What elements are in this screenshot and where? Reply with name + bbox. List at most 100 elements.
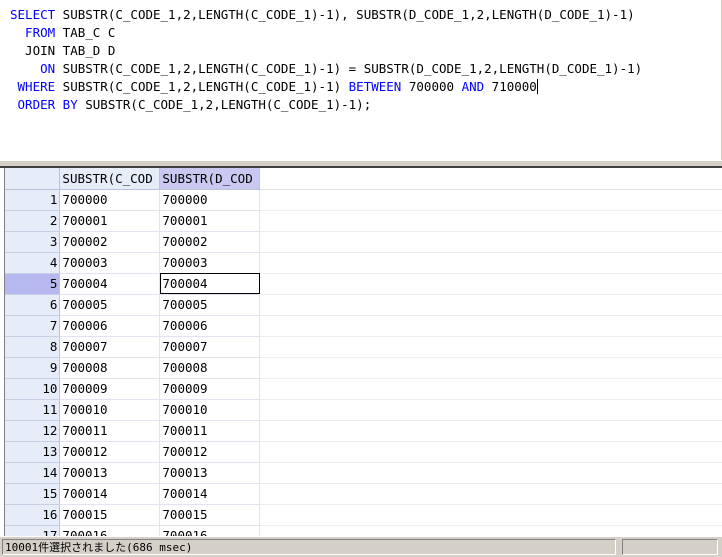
sql-text: SUBSTR(C_CODE_1,2,LENGTH(C_CODE_1)-1);: [77, 97, 372, 112]
grid-body: 1 700000 700000 2 700001 700001 3 700002 700002 4…: [5, 189, 722, 536]
status-message: 10001件選択されました(686 msec): [2, 539, 616, 555]
cell-d-code[interactable]: 700009: [159, 378, 261, 400]
cell-c-code[interactable]: 700003: [59, 252, 161, 274]
grid-header-row: SUBSTR(C_COD SUBSTR(D_COD: [5, 168, 722, 190]
row-number[interactable]: 1: [5, 189, 61, 211]
row-filler: [259, 462, 722, 484]
table-row[interactable]: 15 700014 700014: [5, 483, 722, 505]
sql-editor[interactable]: SELECT SUBSTR(C_CODE_1,2,LENGTH(C_CODE_1…: [0, 0, 722, 160]
cell-d-code[interactable]: 700008: [159, 357, 261, 379]
row-number[interactable]: 13: [5, 441, 61, 463]
cell-d-code[interactable]: 700006: [159, 315, 261, 337]
row-number[interactable]: 8: [5, 336, 61, 358]
row-number[interactable]: 2: [5, 210, 61, 232]
row-number[interactable]: 10: [5, 378, 61, 400]
sql-line: ORDER BY SUBSTR(C_CODE_1,2,LENGTH(C_CODE…: [10, 96, 721, 114]
sql-text: JOIN: [10, 43, 56, 58]
cell-c-code[interactable]: 700000: [59, 189, 161, 211]
cell-d-code[interactable]: 700007: [159, 336, 261, 358]
sql-line: SELECT SUBSTR(C_CODE_1,2,LENGTH(C_CODE_1…: [10, 6, 721, 24]
table-row[interactable]: 6 700005 700005: [5, 294, 722, 316]
cell-d-code[interactable]: 700014: [159, 483, 261, 505]
row-number[interactable]: 15: [5, 483, 61, 505]
cell-c-code[interactable]: 700002: [59, 231, 161, 253]
cell-c-code[interactable]: 700011: [59, 420, 161, 442]
column-header-d-code[interactable]: SUBSTR(D_COD: [159, 168, 261, 190]
cell-c-code[interactable]: 700001: [59, 210, 161, 232]
cell-c-code[interactable]: 700015: [59, 504, 161, 526]
cell-c-code[interactable]: 700007: [59, 336, 161, 358]
sql-keyword: FROM: [10, 25, 56, 40]
cell-d-code[interactable]: 700010: [159, 399, 261, 421]
cell-c-code[interactable]: 700008: [59, 357, 161, 379]
cell-d-code[interactable]: 700016: [159, 525, 261, 536]
row-number[interactable]: 4: [5, 252, 61, 274]
row-number[interactable]: 14: [5, 462, 61, 484]
row-number[interactable]: 16: [5, 504, 61, 526]
table-row[interactable]: 8 700007 700007: [5, 336, 722, 358]
grid-corner-cell[interactable]: [5, 168, 61, 190]
cell-d-code[interactable]: 700015: [159, 504, 261, 526]
table-row[interactable]: 9 700008 700008: [5, 357, 722, 379]
sql-text: SUBSTR(C_CODE_1,2,LENGTH(C_CODE_1)-1) = …: [55, 61, 643, 76]
table-row[interactable]: 17 700016 700016: [5, 525, 722, 536]
row-filler: [259, 441, 722, 463]
table-row[interactable]: 10 700009 700009: [5, 378, 722, 400]
row-number[interactable]: 9: [5, 357, 61, 379]
column-header-c-code[interactable]: SUBSTR(C_COD: [59, 168, 161, 190]
table-row[interactable]: 12 700011 700011: [5, 420, 722, 442]
table-row[interactable]: 13 700012 700012: [5, 441, 722, 463]
sql-text: 700000: [401, 79, 462, 94]
cell-d-code[interactable]: 700004: [159, 273, 261, 295]
cell-d-code[interactable]: 700001: [159, 210, 261, 232]
row-number[interactable]: 11: [5, 399, 61, 421]
pane-splitter[interactable]: [0, 160, 722, 168]
result-grid[interactable]: SUBSTR(C_COD SUBSTR(D_COD 1 700000 700000 2…: [4, 168, 722, 536]
row-number[interactable]: 17: [5, 525, 61, 536]
cell-d-code[interactable]: 700002: [159, 231, 261, 253]
row-number[interactable]: 5: [5, 273, 61, 295]
table-row[interactable]: 1 700000 700000: [5, 189, 722, 211]
cell-c-code[interactable]: 700014: [59, 483, 161, 505]
row-filler: [259, 252, 722, 274]
row-number[interactable]: 6: [5, 294, 61, 316]
header-filler: [259, 168, 722, 190]
text-caret: [536, 79, 538, 94]
cell-d-code[interactable]: 700005: [159, 294, 261, 316]
cell-c-code[interactable]: 700016: [59, 525, 161, 536]
cell-c-code[interactable]: 700005: [59, 294, 161, 316]
cell-d-code[interactable]: 700012: [159, 441, 261, 463]
cell-d-code[interactable]: 700013: [159, 462, 261, 484]
cell-c-code[interactable]: 700010: [59, 399, 161, 421]
cell-d-code[interactable]: 700000: [159, 189, 261, 211]
result-table: SUBSTR(C_COD SUBSTR(D_COD 1 700000 700000 2…: [5, 168, 722, 536]
row-filler: [259, 399, 722, 421]
cell-c-code[interactable]: 700009: [59, 378, 161, 400]
row-number[interactable]: 3: [5, 231, 61, 253]
table-row[interactable]: 7 700006 700006: [5, 315, 722, 337]
sql-keyword: WHERE: [10, 79, 56, 94]
row-filler: [259, 315, 722, 337]
cell-c-code[interactable]: 700013: [59, 462, 161, 484]
row-filler: [259, 420, 722, 442]
row-number[interactable]: 12: [5, 420, 61, 442]
cell-d-code[interactable]: 700003: [159, 252, 261, 274]
row-filler: [259, 336, 722, 358]
sql-text: TAB_D D: [55, 43, 116, 58]
table-row[interactable]: 2 700001 700001: [5, 210, 722, 232]
status-panel: [622, 539, 718, 555]
table-row[interactable]: 11 700010 700010: [5, 399, 722, 421]
cell-c-code[interactable]: 700012: [59, 441, 161, 463]
row-number[interactable]: 7: [5, 315, 61, 337]
table-row[interactable]: 4 700003 700003: [5, 252, 722, 274]
row-filler: [259, 504, 722, 526]
table-row[interactable]: 3 700002 700002: [5, 231, 722, 253]
row-filler: [259, 483, 722, 505]
table-row[interactable]: 5 700004 700004: [5, 273, 722, 295]
cell-c-code[interactable]: 700006: [59, 315, 161, 337]
table-row[interactable]: 16 700015 700015: [5, 504, 722, 526]
table-row[interactable]: 14 700013 700013: [5, 462, 722, 484]
cell-c-code[interactable]: 700004: [59, 273, 161, 295]
cell-d-code[interactable]: 700011: [159, 420, 261, 442]
sql-keyword: SELECT: [10, 7, 56, 22]
